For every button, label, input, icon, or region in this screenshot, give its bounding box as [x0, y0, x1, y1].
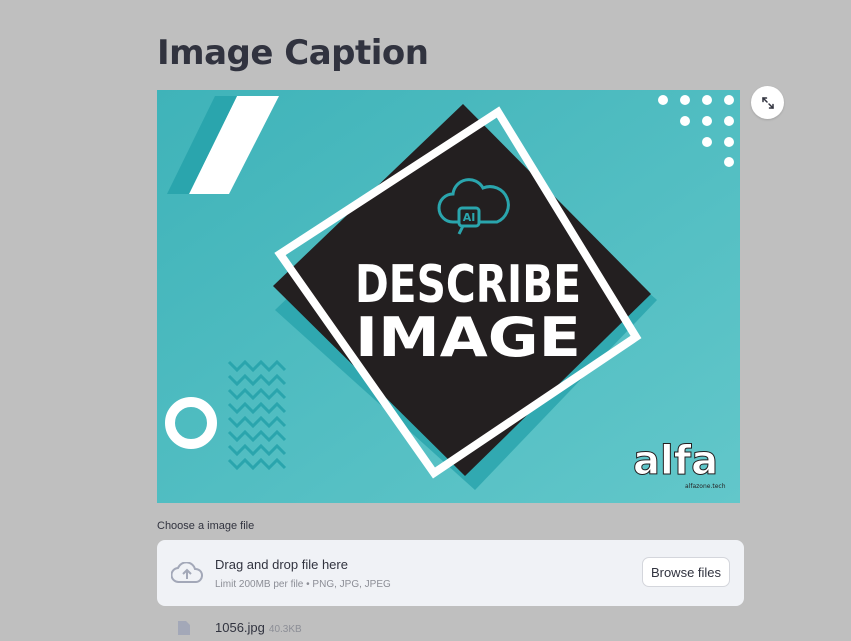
file-icon	[177, 620, 191, 641]
uploaded-image: AI DESCRIBE IMAGE alfa alfazone.tech	[157, 90, 740, 503]
file-size: 40.3KB	[268, 624, 302, 635]
cloud-upload-icon	[170, 561, 203, 589]
brand-logo-subtext: alfazone.tech	[685, 483, 726, 490]
page-title: Image Caption	[157, 33, 429, 73]
expand-icon	[761, 96, 774, 109]
uploader-label: Choose a image file	[157, 520, 255, 532]
dropzone-limit: Limit 200MB per file • PNG, JPG, JPEG	[215, 579, 391, 590]
browse-files-button[interactable]: Browse files	[642, 557, 730, 587]
uploaded-file-row: 1056.jpg 40.3KB	[157, 616, 744, 636]
fullscreen-button[interactable]	[751, 86, 784, 119]
headline-line2: IMAGE	[355, 306, 581, 369]
file-dropzone[interactable]: Drag and drop file here Limit 200MB per …	[157, 540, 744, 606]
dropzone-title: Drag and drop file here	[215, 557, 348, 572]
svg-text:AI: AI	[463, 211, 476, 224]
brand-logo: alfa	[633, 438, 718, 484]
